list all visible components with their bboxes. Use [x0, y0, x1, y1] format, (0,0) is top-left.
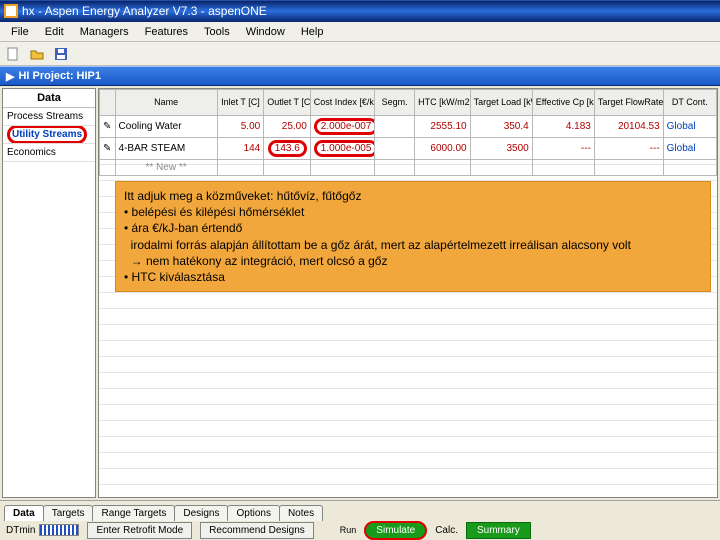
annotation-line: irodalmi forrás alapján állítottam be a …: [124, 237, 702, 253]
col-pencil: [100, 90, 116, 116]
bottom-tabs: Data Targets Range Targets Designs Optio…: [0, 501, 720, 521]
table-row[interactable]: ✎ Cooling Water 5.00 25.00 2.000e-007 25…: [100, 116, 717, 138]
tab-range-targets[interactable]: Range Targets: [92, 505, 175, 521]
toolbar: [0, 42, 720, 66]
menu-managers[interactable]: Managers: [73, 24, 136, 40]
tab-options[interactable]: Options: [227, 505, 279, 521]
cell-name[interactable]: 4-BAR STEAM: [115, 138, 217, 160]
menu-file[interactable]: File: [4, 24, 36, 40]
cell-cost[interactable]: 1.000e-005: [310, 138, 374, 160]
table-row-new[interactable]: ** New **: [100, 160, 717, 176]
annotation-box: Itt adjuk meg a közműveket: hűtővíz, fűt…: [115, 181, 711, 292]
bottom-toolbar: DTmin Enter Retrofit Mode Recommend Desi…: [0, 521, 720, 540]
col-htc[interactable]: HTC [kW/m2K]: [415, 90, 470, 116]
menu-edit[interactable]: Edit: [38, 24, 71, 40]
annotation-line: → nem hatékony az integráció, mert olcsó…: [124, 253, 702, 269]
cell-segm[interactable]: [375, 116, 415, 138]
menu-help[interactable]: Help: [294, 24, 331, 40]
workspace: Data Process Streams Utility Streams Eco…: [0, 86, 720, 500]
tab-targets[interactable]: Targets: [43, 505, 94, 521]
cell-load[interactable]: 350.4: [470, 116, 532, 138]
cell-dt[interactable]: Global: [663, 138, 716, 160]
calc-label: Calc.: [435, 525, 458, 536]
col-dt[interactable]: DT Cont.: [663, 90, 716, 116]
project-title: HI Project: HIP1: [18, 70, 101, 82]
project-bar: ▶ HI Project: HIP1: [0, 66, 720, 86]
col-segm[interactable]: Segm.: [375, 90, 415, 116]
menu-tools[interactable]: Tools: [197, 24, 237, 40]
tab-designs[interactable]: Designs: [174, 505, 228, 521]
arrow-icon: ▶: [6, 70, 14, 83]
tab-notes[interactable]: Notes: [279, 505, 323, 521]
col-load[interactable]: Target Load [kW]: [470, 90, 532, 116]
col-cp[interactable]: Effective Cp [kJ/kgK]: [532, 90, 594, 116]
sidebar: Data Process Streams Utility Streams Eco…: [2, 88, 96, 498]
cell-inlet[interactable]: 144: [217, 138, 264, 160]
cell-cp[interactable]: ---: [532, 138, 594, 160]
dtmin-input[interactable]: [39, 524, 79, 536]
cell-segm[interactable]: [375, 138, 415, 160]
save-icon[interactable]: [52, 45, 70, 63]
summary-button[interactable]: Summary: [466, 522, 531, 539]
pencil-icon[interactable]: ✎: [100, 138, 116, 160]
enter-retrofit-button[interactable]: Enter Retrofit Mode: [87, 522, 192, 539]
cell-htc[interactable]: 6000.00: [415, 138, 470, 160]
simulate-button[interactable]: Simulate: [364, 521, 427, 540]
sidebar-item-utility-streams[interactable]: Utility Streams: [3, 126, 95, 144]
window-title-bar: hx - Aspen Energy Analyzer V7.3 - aspenO…: [0, 0, 720, 22]
cell-outlet[interactable]: 25.00: [264, 116, 311, 138]
annotation-line: • belépési és kilépési hőmérséklet: [124, 204, 702, 220]
new-icon[interactable]: [4, 45, 22, 63]
recommend-designs-button[interactable]: Recommend Designs: [200, 522, 314, 539]
open-icon[interactable]: [28, 45, 46, 63]
cell-flow[interactable]: 20104.53: [594, 116, 663, 138]
annotation-line: • ára €/kJ-ban értendő: [124, 220, 702, 236]
sidebar-highlight: Utility Streams: [7, 126, 87, 144]
col-cost[interactable]: Cost Index [€/kJ]: [310, 90, 374, 116]
app-icon: [4, 4, 18, 18]
col-outlet[interactable]: Outlet T [C]: [264, 90, 311, 116]
cell-cost[interactable]: 2.000e-007: [310, 116, 374, 138]
run-label: Run: [340, 525, 357, 535]
sidebar-header: Data: [3, 89, 95, 108]
cell-inlet[interactable]: 5.00: [217, 116, 264, 138]
sidebar-item-economics[interactable]: Economics: [3, 144, 95, 162]
annotation-line: Itt adjuk meg a közműveket: hűtővíz, fűt…: [124, 188, 702, 204]
col-inlet[interactable]: Inlet T [C]: [217, 90, 264, 116]
menu-window[interactable]: Window: [239, 24, 292, 40]
tab-data[interactable]: Data: [4, 505, 44, 521]
data-grid[interactable]: Name Inlet T [C] Outlet T [C] Cost Index…: [99, 89, 717, 176]
col-flow[interactable]: Target FlowRate [t/h]: [594, 90, 663, 116]
cell-outlet[interactable]: 143.6: [264, 138, 311, 160]
main-panel: Name Inlet T [C] Outlet T [C] Cost Index…: [98, 88, 718, 498]
cell-name[interactable]: Cooling Water: [115, 116, 217, 138]
sidebar-item-process-streams[interactable]: Process Streams: [3, 108, 95, 126]
menu-bar: File Edit Managers Features Tools Window…: [0, 22, 720, 42]
cell-flow[interactable]: ---: [594, 138, 663, 160]
bottom-area: Data Targets Range Targets Designs Optio…: [0, 500, 720, 540]
col-name[interactable]: Name: [115, 90, 217, 116]
cell-cp[interactable]: 4.183: [532, 116, 594, 138]
annotation-line: • HTC kiválasztása: [124, 269, 702, 285]
cell-new[interactable]: ** New **: [115, 160, 217, 176]
window-title: hx - Aspen Energy Analyzer V7.3 - aspenO…: [22, 4, 267, 18]
menu-features[interactable]: Features: [138, 24, 195, 40]
cell-dt[interactable]: Global: [663, 116, 716, 138]
pencil-icon[interactable]: ✎: [100, 116, 116, 138]
table-row[interactable]: ✎ 4-BAR STEAM 144 143.6 1.000e-005 6000.…: [100, 138, 717, 160]
cell-htc[interactable]: 2555.10: [415, 116, 470, 138]
cell-load[interactable]: 3500: [470, 138, 532, 160]
dtmin-label: DTmin: [6, 525, 35, 536]
